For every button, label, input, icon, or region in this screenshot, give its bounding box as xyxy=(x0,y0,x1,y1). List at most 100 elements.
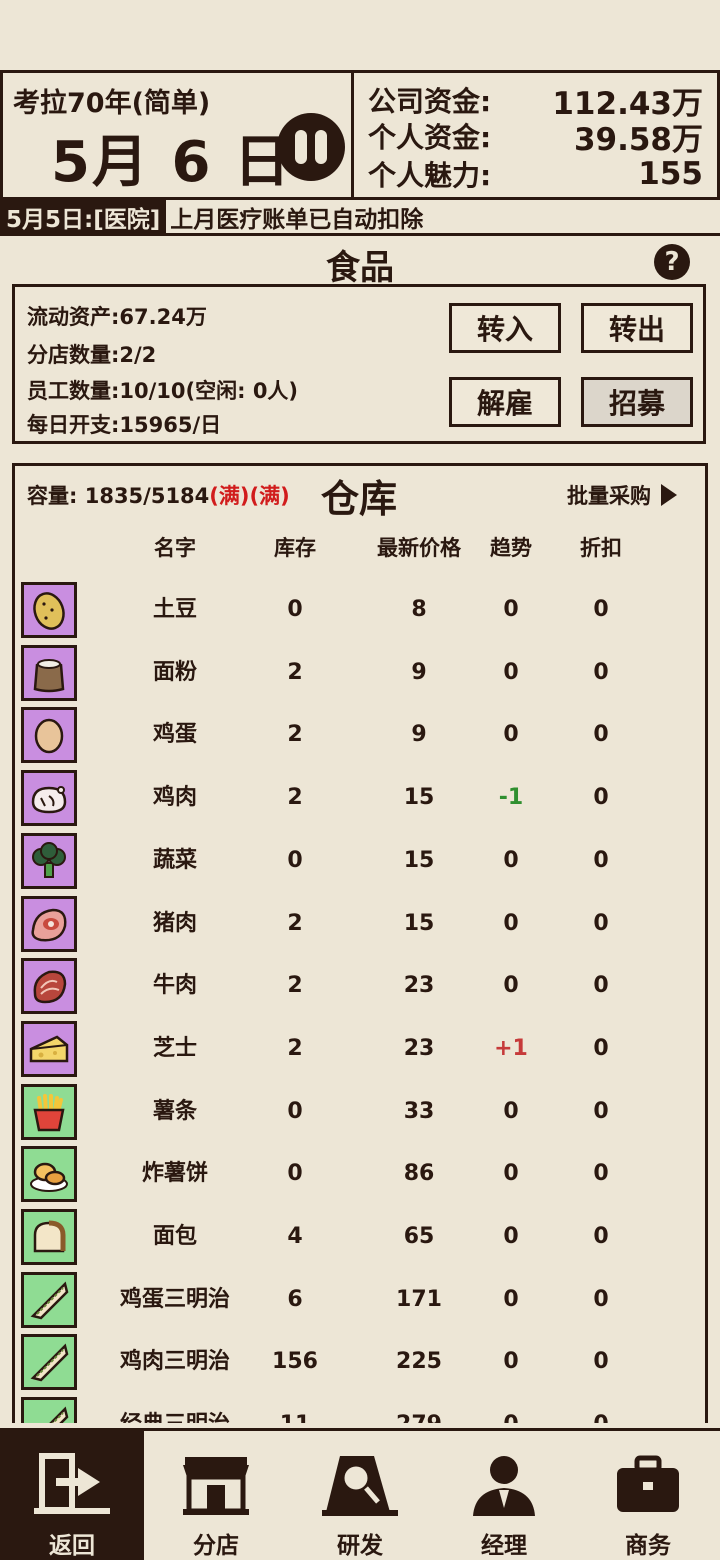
item-stock: 6 xyxy=(287,1286,303,1312)
col-head-name: 名字 xyxy=(154,536,196,560)
item-stock: 2 xyxy=(287,1035,303,1061)
nav-back[interactable]: 返回 xyxy=(0,1431,144,1560)
nav-label: 研发 xyxy=(337,1533,383,1559)
daily-expense: 每日开支:15965/日 xyxy=(27,413,222,437)
cheese-icon xyxy=(21,1020,77,1077)
fries-icon xyxy=(21,1083,77,1140)
nav-branches[interactable]: 分店 xyxy=(144,1431,288,1560)
item-stock: 2 xyxy=(287,910,303,936)
news-message: 上月医疗账单已自动扣除 xyxy=(170,206,424,233)
exit-door-icon xyxy=(32,1451,112,1518)
item-price: 15 xyxy=(403,847,435,873)
col-head-price: 最新价格 xyxy=(377,536,461,560)
transfer-out-button[interactable]: 转出 xyxy=(581,303,693,353)
fire-button[interactable]: 解雇 xyxy=(449,377,561,427)
item-stock: 11 xyxy=(255,1395,335,1423)
item-price: 33 xyxy=(403,1098,435,1124)
charisma-value: 155 xyxy=(638,156,703,192)
pause-icon xyxy=(295,130,307,164)
warehouse-title: 仓库 xyxy=(321,477,398,521)
item-discount: 0 xyxy=(593,1161,609,1187)
recruit-button[interactable]: 招募 xyxy=(581,377,693,427)
item-trend: -1 xyxy=(498,785,524,811)
table-row[interactable]: 牛肉 2 23 0 0 xyxy=(15,956,705,1018)
store-info-panel: 流动资产:67.24万 分店数量:2/2 员工数量:10/10(空闲: 0人) … xyxy=(12,284,706,444)
item-price: 171 xyxy=(396,1286,442,1312)
table-row[interactable]: 面包 4 65 0 0 xyxy=(15,1207,705,1269)
broccoli-icon xyxy=(21,832,77,889)
col-head-stock: 库存 xyxy=(274,536,316,560)
table-row[interactable]: 土豆 0 8 0 0 xyxy=(15,580,705,642)
item-stock: 2 xyxy=(287,722,303,748)
table-row[interactable]: 鸡肉三明治 156 225 0 0 xyxy=(15,1332,705,1394)
item-discount: 0 xyxy=(593,1035,609,1061)
item-price: 8 xyxy=(411,597,427,622)
store-title: 食品 xyxy=(326,248,394,288)
item-discount: 0 xyxy=(593,1349,609,1375)
table-row[interactable]: 面粉 2 9 0 0 xyxy=(15,643,705,705)
item-stock: 0 xyxy=(287,847,303,873)
nav-label: 分店 xyxy=(193,1533,239,1559)
bulk-buy-label: 批量采购 xyxy=(567,484,651,508)
item-trend: 0 xyxy=(503,1349,519,1375)
item-trend: +1 xyxy=(494,1035,528,1061)
item-stock: 156 xyxy=(272,1349,318,1375)
table-row[interactable]: 鸡蛋三明治 6 171 0 0 xyxy=(15,1270,705,1332)
status-header: 考拉70年(简单) 5月 6 日 公司资金: 112.43万 个人资金: 39.… xyxy=(0,70,720,200)
item-price: 23 xyxy=(403,1035,435,1061)
item-price: 9 xyxy=(411,722,427,748)
item-stock: 0 xyxy=(287,1098,303,1124)
nav-research[interactable]: 研发 xyxy=(288,1431,432,1560)
item-price: 15 xyxy=(403,785,435,811)
item-discount: 0 xyxy=(593,1224,609,1249)
sandwich-icon xyxy=(21,1334,77,1391)
item-price: 15 xyxy=(403,910,435,936)
item-discount: 0 xyxy=(593,910,609,936)
branch-count: 分店数量:2/2 xyxy=(27,343,157,367)
table-row[interactable]: 鸡肉 2 15 -1 0 xyxy=(15,768,705,830)
warehouse-panel: 容量: 1835/5184(满)(满) 仓库 批量采购 名字 库存 最新价格 趋… xyxy=(12,463,708,1423)
current-date: 5月 6 日 xyxy=(51,130,292,195)
transfer-in-button[interactable]: 转入 xyxy=(449,303,561,353)
item-name: 鸡肉三明治 xyxy=(119,1349,230,1375)
item-discount: 0 xyxy=(593,722,609,748)
table-row[interactable]: 鸡蛋 2 9 0 0 xyxy=(15,705,705,767)
nav-business[interactable]: 商务 xyxy=(576,1431,720,1560)
item-price: 86 xyxy=(403,1161,435,1187)
chicken-icon xyxy=(21,770,77,827)
help-icon[interactable]: ? xyxy=(654,244,690,280)
item-price: 65 xyxy=(403,1224,435,1249)
manager-icon xyxy=(464,1451,544,1518)
potato-icon xyxy=(21,582,77,638)
item-name: 面粉 xyxy=(152,659,197,685)
item-discount: 0 xyxy=(561,1395,641,1423)
bread-icon xyxy=(21,1209,77,1265)
table-row[interactable]: 炸薯饼 0 86 0 0 xyxy=(15,1144,705,1206)
item-trend: 0 xyxy=(503,1286,519,1312)
item-trend: 0 xyxy=(503,910,519,936)
storefront-icon xyxy=(176,1451,256,1518)
item-name: 经典三明治 xyxy=(75,1395,275,1423)
item-discount: 0 xyxy=(593,1286,609,1312)
year-label: 考拉70年(简单) xyxy=(13,88,211,119)
capacity-full-tag: (满)(满) xyxy=(209,484,290,508)
item-name: 蔬菜 xyxy=(152,847,197,873)
pause-button[interactable] xyxy=(277,113,345,181)
item-stock: 0 xyxy=(287,597,303,622)
personal-funds-row: 个人资金: 39.58万 xyxy=(368,117,703,158)
table-row[interactable]: 芝士 2 23 +1 0 xyxy=(15,1019,705,1081)
nav-manager[interactable]: 经理 xyxy=(432,1431,576,1560)
item-name: 芝士 xyxy=(152,1035,197,1061)
table-row[interactable]: 蔬菜 0 15 0 0 xyxy=(15,831,705,893)
bulk-buy-button[interactable]: 批量采购 xyxy=(567,480,677,510)
item-name: 鸡蛋三明治 xyxy=(119,1286,230,1312)
item-trend: 0 xyxy=(471,1395,551,1423)
news-ticker[interactable]: 5月5日:[医院] 上月医疗账单已自动扣除 xyxy=(0,200,720,236)
item-trend: 0 xyxy=(503,1161,519,1187)
table-row[interactable]: 经典三明治1127900 xyxy=(15,1395,705,1423)
table-row[interactable]: 薯条 0 33 0 0 xyxy=(15,1082,705,1144)
item-trend: 0 xyxy=(503,597,519,622)
bottom-nav: 返回 分店 研发 经理 商务 xyxy=(0,1428,720,1560)
capacity-value: 1835/5184 xyxy=(84,484,210,508)
table-row[interactable]: 猪肉 2 15 0 0 xyxy=(15,894,705,956)
